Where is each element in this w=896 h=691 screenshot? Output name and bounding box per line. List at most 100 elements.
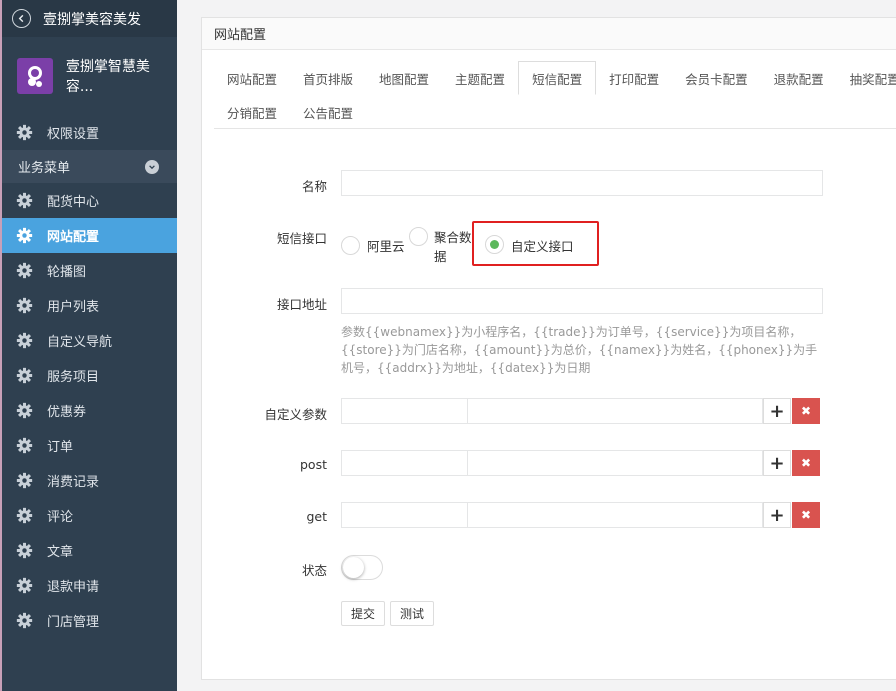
tab[interactable]: 会员卡配置 xyxy=(672,61,761,95)
tab[interactable]: 分销配置 xyxy=(214,95,290,129)
gear-icon xyxy=(16,192,33,209)
sidebar-item-label: 文章 xyxy=(47,545,74,560)
radio-juhe-label-wrap: 据 xyxy=(434,249,447,264)
back-arrow-icon[interactable] xyxy=(12,9,31,28)
sidebar-item[interactable]: 自定义导航 xyxy=(2,323,177,358)
sidebar-header: 壹捌掌美容美发 xyxy=(2,0,177,37)
radio-juhe-label: 聚合数 xyxy=(434,230,472,245)
custom-params-key-input[interactable] xyxy=(341,398,468,424)
custom-params-delete-button[interactable]: ✖ xyxy=(792,398,820,424)
api-url-label: 接口地址 xyxy=(276,297,327,312)
sidebar-item[interactable]: 优惠券 xyxy=(2,393,177,428)
sidebar-item-label: 轮播图 xyxy=(47,265,87,280)
gear-icon xyxy=(16,542,33,559)
app-title: 壹捌掌美容美发 xyxy=(43,11,141,28)
gear-icon xyxy=(16,124,33,141)
post-delete-button[interactable]: ✖ xyxy=(792,450,820,476)
post-add-button[interactable]: + xyxy=(763,450,791,476)
get-value-input[interactable] xyxy=(467,502,763,528)
sidebar-item-label: 用户列表 xyxy=(47,300,100,315)
sidebar-item-label: 配货中心 xyxy=(47,195,100,210)
gear-icon xyxy=(16,332,33,349)
gear-icon xyxy=(16,262,33,279)
sidebar-item-label: 门店管理 xyxy=(47,615,100,630)
panel-title: 网站配置 xyxy=(202,18,896,50)
sidebar-item-label: 评论 xyxy=(47,510,74,525)
sidebar-item[interactable]: 轮播图 xyxy=(2,253,177,288)
tab[interactable]: 主题配置 xyxy=(442,61,518,95)
chevron-down-icon xyxy=(145,159,159,174)
custom-params-add-button[interactable]: + xyxy=(763,398,791,424)
sidebar-item-label: 退款申请 xyxy=(47,580,100,595)
sidebar-item-label: 优惠券 xyxy=(47,405,87,420)
profile: 壹捌掌智慧美容... xyxy=(2,37,177,115)
sidebar-item[interactable]: 订单 xyxy=(2,428,177,463)
tab[interactable]: 退款配置 xyxy=(761,61,837,95)
sidebar: 壹捌掌美容美发 壹捌掌智慧美容... 权限设置 业务菜单 配货中心网站配置轮播图… xyxy=(0,0,177,691)
status-toggle[interactable] xyxy=(341,555,383,580)
tab[interactable]: 首页排版 xyxy=(290,61,366,95)
custom-params-value-input[interactable] xyxy=(467,398,763,424)
sidebar-item[interactable]: 退款申请 xyxy=(2,568,177,603)
profile-name: 壹捌掌智慧美容... xyxy=(65,59,150,95)
sidebar-item-permissions[interactable]: 权限设置 xyxy=(2,115,177,150)
sidebar-item[interactable]: 配货中心 xyxy=(2,183,177,218)
get-add-button[interactable]: + xyxy=(763,502,791,528)
sidebar-item-label: 自定义导航 xyxy=(47,335,113,350)
gear-icon xyxy=(16,227,33,244)
gear-icon xyxy=(16,367,33,384)
get-key-input[interactable] xyxy=(341,502,468,528)
name-label: 名称 xyxy=(301,179,327,194)
sidebar-item[interactable]: 评论 xyxy=(2,498,177,533)
gear-icon xyxy=(16,507,33,524)
sidebar-item[interactable]: 网站配置 xyxy=(2,218,177,253)
post-value-input[interactable] xyxy=(467,450,763,476)
config-tabs: 网站配置 首页排版 地图配置 主题配置 短信配置 打印配置 会员卡配置 退款配置 抽奖配置 分销… xyxy=(214,61,896,129)
custom-params-label: 自定义参数 xyxy=(264,407,327,422)
sidebar-item[interactable]: 文章 xyxy=(2,533,177,568)
sidebar-item-label: 网站配置 xyxy=(47,230,100,245)
sidebar-item[interactable]: 用户列表 xyxy=(2,288,177,323)
sidebar-item-label: 服务项目 xyxy=(47,370,100,385)
status-label: 状态 xyxy=(301,563,327,578)
get-label: get xyxy=(306,509,327,524)
tab[interactable]: 公告配置 xyxy=(290,95,366,129)
post-key-input[interactable] xyxy=(341,450,468,476)
gear-icon xyxy=(16,577,33,594)
sidebar-item-label: 消费记录 xyxy=(47,475,100,490)
get-delete-button[interactable]: ✖ xyxy=(792,502,820,528)
sidebar-item-label: 订单 xyxy=(47,440,74,455)
tab[interactable]: 地图配置 xyxy=(366,61,442,95)
tab[interactable]: 打印配置 xyxy=(596,61,672,95)
sidebar-item[interactable]: 服务项目 xyxy=(2,358,177,393)
test-button[interactable]: 测试 xyxy=(390,601,434,626)
radio-juhe[interactable] xyxy=(409,227,428,246)
gear-icon xyxy=(16,612,33,629)
help-text: 参数{{webnamex}}为小程序名，{{trade}}为订单号，{{serv… xyxy=(341,325,818,375)
gear-icon xyxy=(16,297,33,314)
config-panel: 网站配置 网站配置 首页排版 地图配置 主题配置 短信配置 打印配置 会员卡配置 退款配置 抽奖… xyxy=(201,17,896,680)
highlight-box xyxy=(472,221,599,266)
submit-button[interactable]: 提交 xyxy=(341,601,385,626)
tab-row-1: 网站配置 首页排版 地图配置 主题配置 短信配置 打印配置 会员卡配置 退款配置 抽奖配置 xyxy=(214,61,896,95)
tab-row-2: 分销配置 公告配置 xyxy=(214,95,896,129)
sidebar-section-business[interactable]: 业务菜单 xyxy=(2,150,177,183)
tab[interactable]: 抽奖配置 xyxy=(837,61,896,95)
sidebar-item[interactable]: 消费记录 xyxy=(2,463,177,498)
tab[interactable]: 网站配置 xyxy=(214,61,290,95)
sidebar-item[interactable]: 门店管理 xyxy=(2,603,177,638)
name-input[interactable] xyxy=(341,170,823,196)
sms-interface-label: 短信接口 xyxy=(276,231,327,246)
gear-icon xyxy=(16,402,33,419)
tab[interactable]: 短信配置 xyxy=(518,61,597,95)
sidebar-item-label: 权限设置 xyxy=(47,127,100,142)
sidebar-section-label: 业务菜单 xyxy=(18,161,71,176)
gear-icon xyxy=(16,472,33,489)
radio-aliyun-label: 阿里云 xyxy=(367,239,405,254)
gear-icon xyxy=(16,437,33,454)
radio-aliyun[interactable] xyxy=(341,236,360,255)
brand-logo-icon xyxy=(17,58,53,94)
toggle-knob xyxy=(343,557,364,578)
api-url-input[interactable] xyxy=(341,288,823,314)
sidebar-menu: 配货中心网站配置轮播图用户列表自定义导航服务项目优惠券订单消费记录评论文章退款申… xyxy=(2,183,177,638)
